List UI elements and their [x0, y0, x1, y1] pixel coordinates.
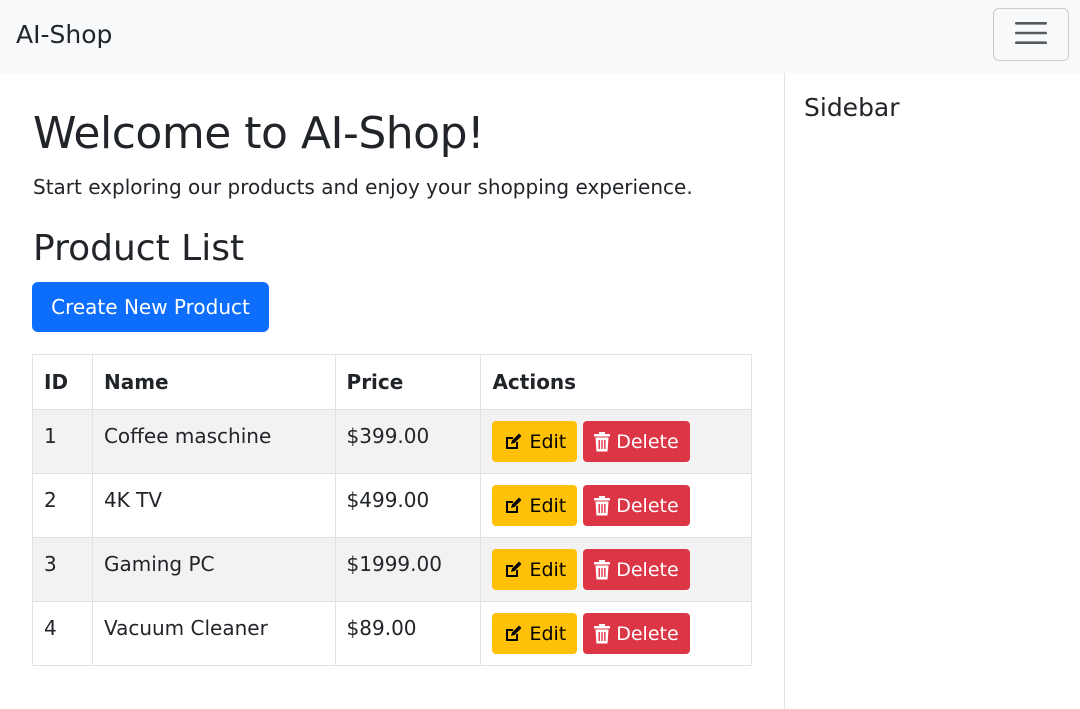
navbar-toggler-button[interactable]: [993, 8, 1069, 61]
cell-actions: Edit Delete: [480, 601, 752, 666]
cell-price: $399.00: [334, 409, 482, 474]
table-row: 3 Gaming PC $1999.00 Edit Delete: [32, 537, 752, 602]
create-product-button[interactable]: Create New Product: [32, 282, 269, 332]
brand-link[interactable]: AI-Shop: [16, 18, 112, 52]
table-row: 1 Coffee maschine $399.00 Edit Delete: [32, 409, 752, 474]
product-list-title: Product List: [33, 228, 245, 269]
sidebar-title: Sidebar: [804, 93, 900, 122]
sidebar: Sidebar: [784, 73, 1080, 709]
column-header-actions: Actions: [480, 354, 752, 410]
edit-label: Edit: [529, 622, 567, 645]
delete-label: Delete: [616, 430, 679, 453]
edit-label: Edit: [529, 430, 567, 453]
hamburger-menu-icon: [1014, 20, 1048, 49]
column-header-name: Name: [91, 354, 336, 410]
cell-actions: Edit Delete: [480, 409, 752, 474]
delete-label: Delete: [616, 622, 679, 645]
edit-button[interactable]: Edit: [492, 421, 578, 462]
trash-icon: [594, 495, 611, 516]
edit-button[interactable]: Edit: [492, 613, 578, 654]
trash-icon: [594, 623, 611, 644]
cell-id: 1: [32, 409, 93, 474]
delete-button[interactable]: Delete: [583, 485, 690, 526]
product-table: ID Name Price Actions 1 Coffee maschine …: [32, 354, 752, 666]
edit-button[interactable]: Edit: [492, 549, 578, 590]
page-title: Welcome to AI-Shop!: [33, 108, 485, 159]
welcome-text: Start exploring our products and enjoy y…: [33, 175, 693, 199]
edit-icon: [503, 432, 523, 452]
table-row: 2 4K TV $499.00 Edit Delete: [32, 473, 752, 538]
cell-name: Coffee maschine: [91, 409, 336, 474]
cell-price: $499.00: [334, 473, 482, 538]
table-row: 4 Vacuum Cleaner $89.00 Edit Delete: [32, 601, 752, 666]
delete-button[interactable]: Delete: [583, 613, 690, 654]
column-header-id: ID: [32, 354, 93, 410]
cell-name: Gaming PC: [91, 537, 336, 602]
table-header-row: ID Name Price Actions: [32, 354, 752, 410]
edit-label: Edit: [529, 494, 567, 517]
cell-name: Vacuum Cleaner: [91, 601, 336, 666]
delete-label: Delete: [616, 558, 679, 581]
main-content: Welcome to AI-Shop! Start exploring our …: [0, 73, 784, 709]
cell-id: 3: [32, 537, 93, 602]
cell-actions: Edit Delete: [480, 537, 752, 602]
cell-id: 2: [32, 473, 93, 538]
edit-button[interactable]: Edit: [492, 485, 578, 526]
cell-actions: Edit Delete: [480, 473, 752, 538]
cell-price: $89.00: [334, 601, 482, 666]
delete-button[interactable]: Delete: [583, 549, 690, 590]
delete-label: Delete: [616, 494, 679, 517]
trash-icon: [594, 559, 611, 580]
edit-label: Edit: [529, 558, 567, 581]
edit-icon: [503, 496, 523, 516]
cell-id: 4: [32, 601, 93, 666]
edit-icon: [503, 624, 523, 644]
column-header-price: Price: [334, 354, 482, 410]
edit-icon: [503, 560, 523, 580]
cell-price: $1999.00: [334, 537, 482, 602]
cell-name: 4K TV: [91, 473, 336, 538]
navbar: AI-Shop: [0, 0, 1080, 73]
trash-icon: [594, 431, 611, 452]
delete-button[interactable]: Delete: [583, 421, 690, 462]
